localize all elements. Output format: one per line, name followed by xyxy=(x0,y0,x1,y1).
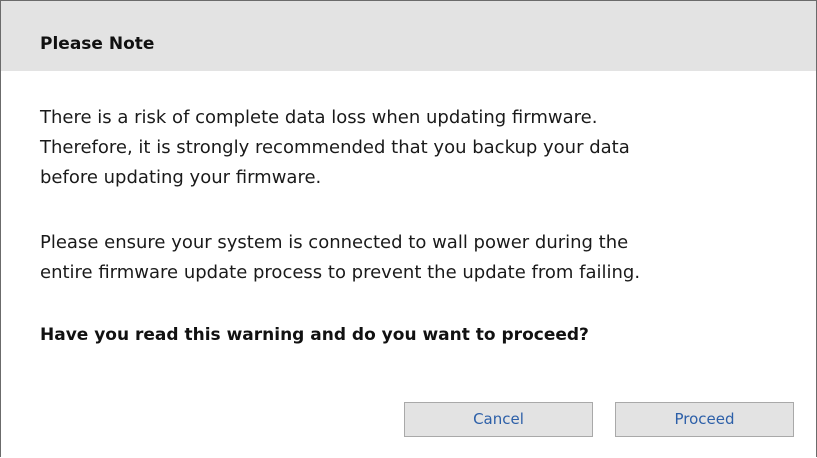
cancel-button[interactable]: Cancel xyxy=(404,402,593,437)
data-loss-warning-text: There is a risk of complete data loss wh… xyxy=(40,103,630,193)
power-warning-text: Please ensure your system is connected t… xyxy=(40,228,640,288)
dialog-title: Please Note xyxy=(40,34,155,54)
firmware-warning-dialog: Please Note There is a risk of complete … xyxy=(0,0,817,457)
proceed-button[interactable]: Proceed xyxy=(615,402,794,437)
proceed-question: Have you read this warning and do you wa… xyxy=(40,325,589,345)
warning-line: Therefore, it is strongly recommended th… xyxy=(40,137,630,158)
power-warning-line: entire firmware update process to preven… xyxy=(40,262,641,283)
dialog-header: Please Note xyxy=(1,1,816,71)
power-warning-line: Please ensure your system is connected t… xyxy=(40,232,629,253)
warning-line: There is a risk of complete data loss wh… xyxy=(40,107,598,128)
warning-line: before updating your firmware. xyxy=(40,167,322,188)
